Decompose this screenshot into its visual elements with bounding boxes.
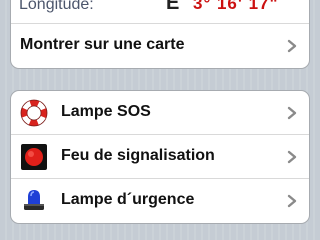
lifebuoy-icon [20, 99, 48, 127]
sos-lamp-label: Lampe SOS [61, 103, 151, 120]
chevron-right-icon [287, 150, 297, 164]
show-on-map-row[interactable]: Montrer sur une carte [11, 24, 309, 68]
longitude-row: Longitude: E 3° 16' 17" [11, 0, 309, 24]
longitude-direction: E [166, 0, 180, 14]
beacon-icon [24, 190, 44, 210]
chevron-right-icon [287, 194, 297, 208]
signal-light-label: Feu de signalisation [61, 147, 215, 164]
signal-light-row[interactable]: Feu de signalisation [11, 135, 309, 179]
lights-group: Lampe SOS Feu de signalisation Lampe d´u… [10, 90, 310, 224]
longitude-value: 3° 16' 17" [193, 0, 279, 13]
emergency-lamp-label: Lampe d´urgence [61, 191, 195, 208]
red-light-icon [21, 144, 47, 170]
show-on-map-label: Montrer sur une carte [20, 36, 185, 53]
longitude-label: Longitude: [19, 0, 94, 13]
chevron-right-icon [287, 106, 297, 120]
emergency-lamp-row[interactable]: Lampe d´urgence [11, 179, 309, 223]
sos-lamp-row[interactable]: Lampe SOS [11, 91, 309, 135]
chevron-right-icon [287, 39, 297, 53]
location-group: Longitude: E 3° 16' 17" Montrer sur une … [10, 0, 310, 69]
